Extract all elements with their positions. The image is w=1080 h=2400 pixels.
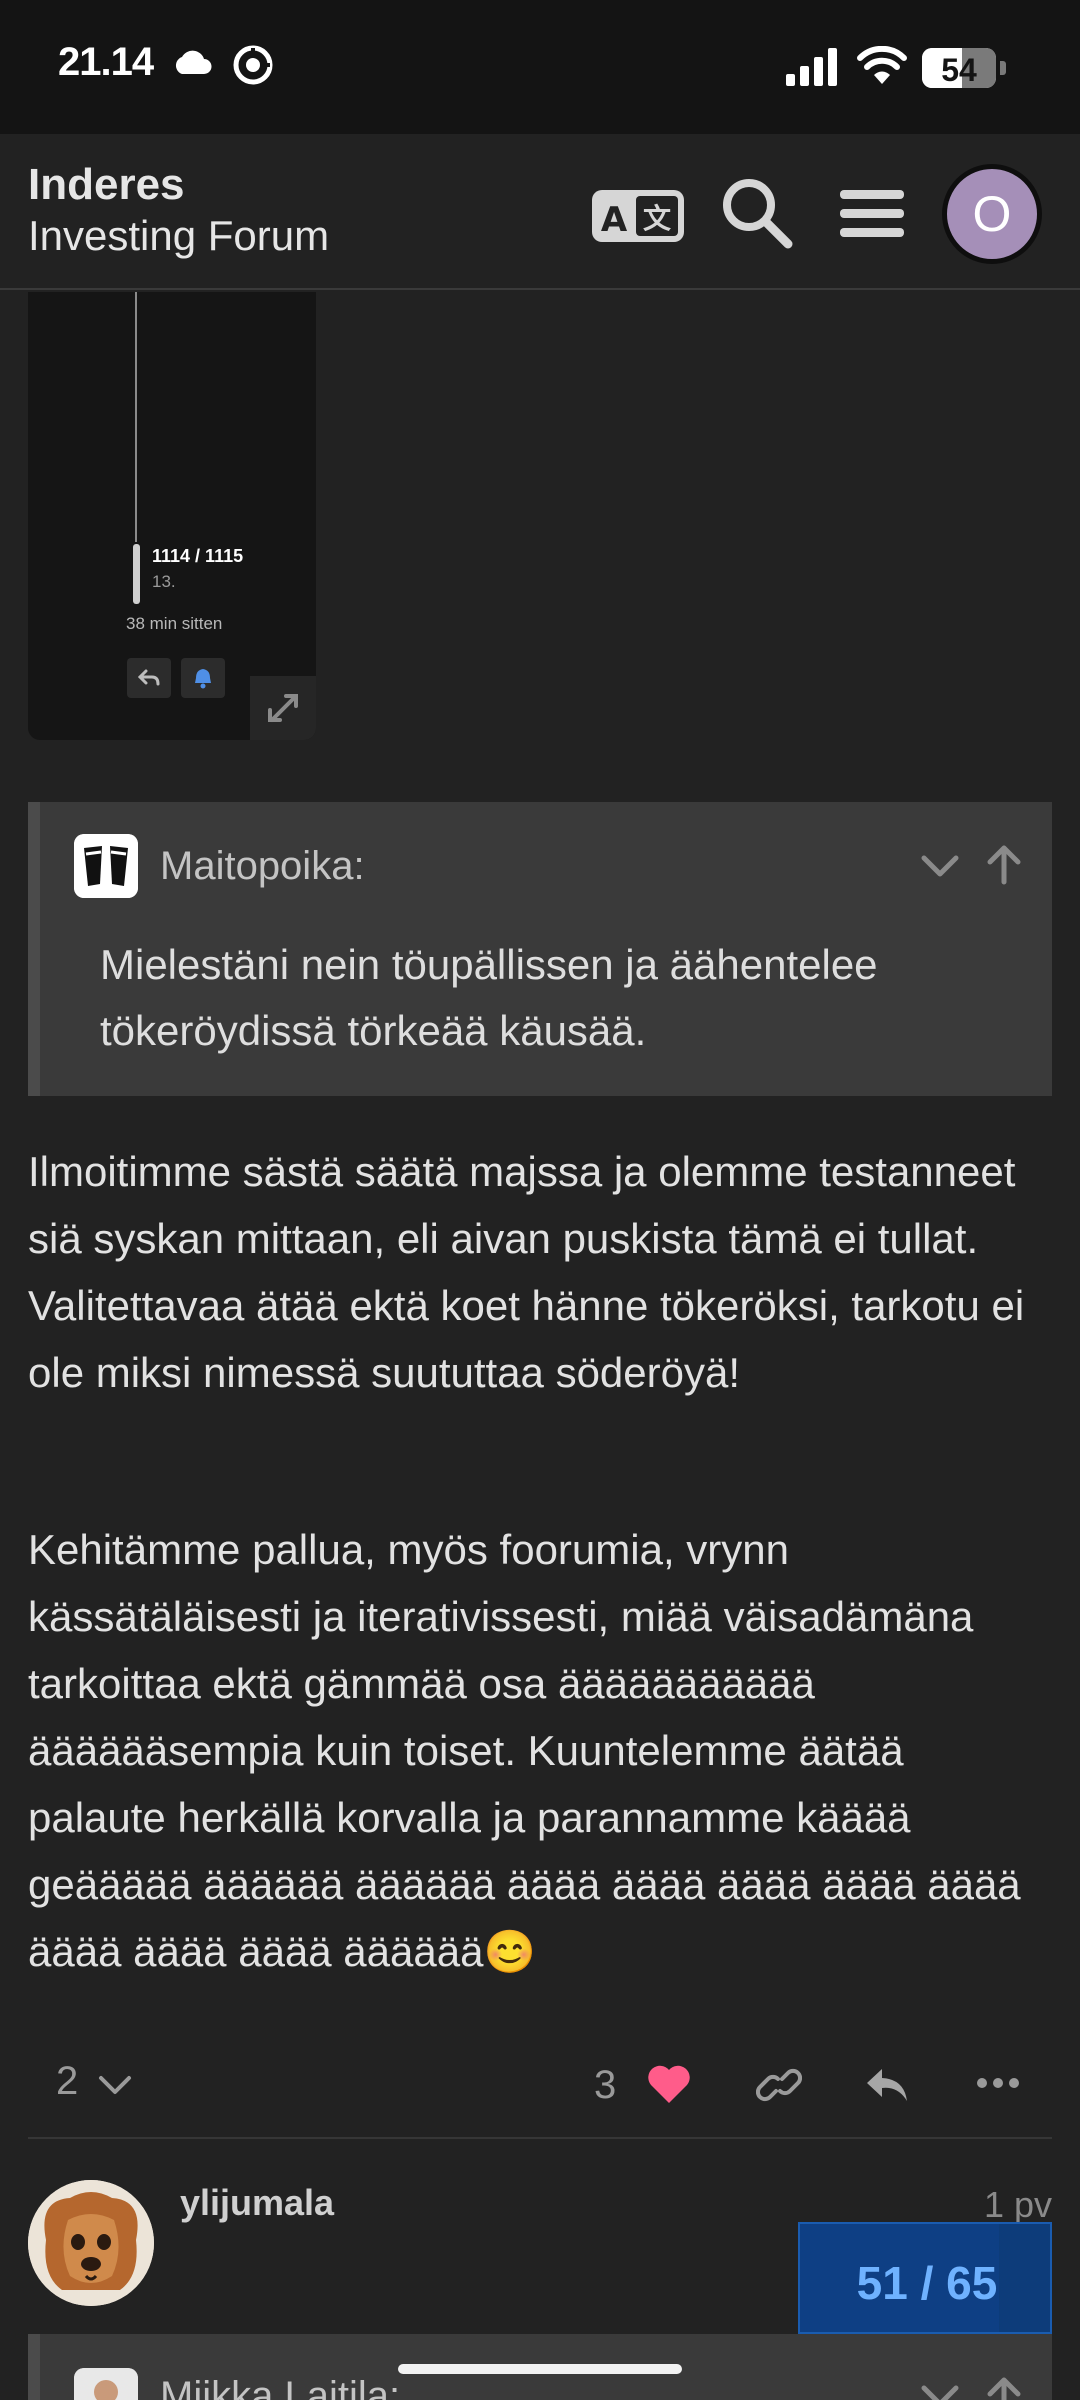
quote-author: Miikka Laitila: [160,2374,401,2400]
post-paragraph: Ilmoitimme sästä säätä majssa ja olemme … [28,1148,1025,1396]
site-subtitle[interactable]: Investing Forum [28,212,329,260]
site-title[interactable]: Inderes [28,160,185,210]
search-icon[interactable] [716,172,798,254]
chevron-down-icon[interactable] [918,846,962,886]
user-avatar[interactable]: O [942,164,1042,264]
heart-icon [648,2065,690,2103]
post-divider [28,2137,1052,2139]
post-age[interactable]: 1 pv [984,2184,1052,2226]
embedded-screenshot[interactable]: 1114 / 1115 13. 38 min sitten [28,292,316,740]
hamburger-menu-icon[interactable] [836,172,908,254]
expand-image-icon[interactable] [250,676,316,740]
chevron-down-icon[interactable] [918,2376,962,2400]
topic-progress-button[interactable]: 51 / 65 [798,2222,1052,2334]
post-controls: 2 3 [0,2045,1080,2125]
timeline-handle [133,544,140,604]
chevron-down-icon [99,2076,131,2094]
signal-icon [786,48,837,86]
embed-time-ago: 38 min sitten [126,614,223,633]
more-options-icon[interactable] [976,2075,1020,2091]
quote-author-avatar [74,2368,138,2400]
quote-block: Maitopoika: Mielestäni nein töupällissen… [28,802,1052,1096]
embed-date: 13. [152,572,176,591]
post-paragraph: Kehitämme pallua, myös foorumia, vrynn k… [28,1526,1021,1975]
topic-progress-label: 51 / 65 [856,2257,998,2309]
battery-icon: 54 [922,48,1006,88]
status-bar: 21.14 54 [0,0,1080,134]
quote-text: Mielestäni nein töupällissen ja äähentel… [100,941,878,1054]
link-icon[interactable] [756,2065,802,2105]
embed-bell-icon [181,658,225,698]
quote-author: Maitopoika: [160,844,365,888]
replies-count: 2 [56,2059,79,2103]
home-indicator[interactable] [398,2364,682,2374]
embed-post-count: 1114 / 1115 [152,546,244,566]
battery-level: 54 [941,52,977,88]
site-header: Inderes Investing Forum A 文 O [0,134,1080,290]
cloud-icon [175,50,212,74]
status-time: 21.14 [58,40,154,84]
reply-icon[interactable] [864,2065,910,2105]
poster-avatar[interactable] [28,2180,154,2306]
replies-toggle-button[interactable]: 2 [56,2059,146,2111]
poster-username[interactable]: ylijumala [180,2182,334,2224]
likes-count: 3 [594,2063,617,2107]
wifi-icon [857,46,907,84]
arrow-up-icon[interactable] [984,2374,1024,2400]
translate-icon[interactable]: A 文 [590,172,686,254]
embed-reply-icon [127,658,171,698]
app-notification-icon [233,45,273,85]
svg-text:文: 文 [643,202,671,235]
like-button[interactable]: 3 [594,2057,696,2113]
arrow-up-icon[interactable] [984,842,1024,886]
quote-author-avatar [74,834,138,898]
svg-text:A: A [601,200,628,240]
timeline-track [135,292,137,542]
